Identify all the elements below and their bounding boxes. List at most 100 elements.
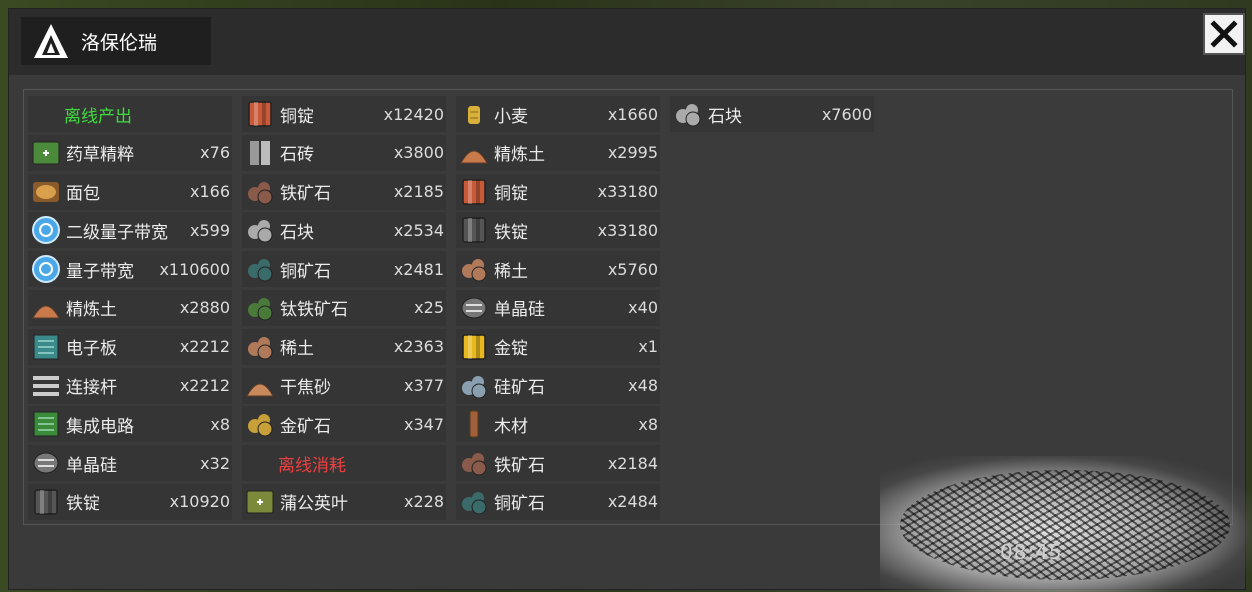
logo-icon: [34, 24, 68, 58]
resource-name: 电子板: [66, 339, 117, 360]
resource-item[interactable]: 稀土 x5760: [456, 251, 660, 288]
resource-name: 铁锭: [494, 222, 528, 243]
resource-name: 稀土: [494, 261, 528, 282]
resource-item[interactable]: 钛铁矿石 x25: [242, 289, 446, 326]
stone-block-icon: [676, 104, 701, 127]
gold-ore-icon: [248, 414, 273, 437]
resource-quantity: x10920: [169, 492, 230, 512]
stone-block-icon: [248, 220, 273, 243]
monocrystal-silicon-icon: [33, 452, 59, 474]
resource-name: 铜矿石: [280, 261, 331, 282]
resource-name: 铜锭: [280, 106, 314, 127]
offline-consumption-header: 离线消耗: [242, 445, 446, 482]
resource-item[interactable]: 精炼土 x2995: [456, 134, 660, 171]
resource-item[interactable]: 铜锭 x12420: [242, 96, 446, 132]
resource-quantity: x5760: [607, 259, 658, 279]
resource-quantity: x2363: [393, 337, 444, 357]
refined-soil-icon: [32, 305, 60, 319]
resource-name: 连接杆: [66, 378, 117, 399]
resource-item[interactable]: 单晶硅 x32: [28, 445, 232, 482]
resource-item[interactable]: 电子板 x2212: [28, 328, 232, 365]
resource-item[interactable]: 蒲公英叶 x228: [242, 483, 446, 520]
resource-item[interactable]: 硅矿石 x48: [456, 367, 660, 404]
resource-quantity: x2534: [393, 220, 444, 240]
resource-name: 金矿石: [280, 416, 331, 437]
section-header-label: 离线产出: [64, 106, 132, 127]
resource-quantity: x8: [638, 414, 658, 434]
iron-ingot-icon: [34, 489, 58, 515]
resource-quantity: x32: [200, 453, 230, 473]
resource-item[interactable]: 药草精粹 x76: [28, 134, 232, 171]
resource-item[interactable]: 二级量子带宽 x599: [28, 212, 232, 249]
section-header-label: 离线消耗: [278, 455, 346, 476]
quantum-bandwidth-2-icon: [32, 216, 60, 245]
resource-item[interactable]: 铁矿石 x2184: [456, 445, 660, 482]
resource-name: 面包: [66, 184, 100, 205]
resource-item[interactable]: 铁锭 x10920: [28, 483, 232, 520]
resource-quantity: x2481: [393, 259, 444, 279]
resource-quantity: x110600: [159, 259, 230, 279]
resource-item[interactable]: 精炼土 x2880: [28, 289, 232, 326]
resource-quantity: x8: [210, 414, 230, 434]
resource-item[interactable]: 单晶硅 x40: [456, 289, 660, 326]
resource-item[interactable]: 小麦 x1660: [456, 96, 660, 132]
copper-ore-icon: [248, 259, 273, 282]
resource-item[interactable]: 量子带宽 x110600: [28, 251, 232, 288]
resource-item[interactable]: 铜矿石 x2484: [456, 483, 660, 520]
silicon-ore-icon: [462, 375, 487, 399]
resource-name: 硅矿石: [494, 378, 545, 399]
resource-item[interactable]: 稀土 x2363: [242, 328, 446, 365]
close-button[interactable]: [1203, 13, 1245, 55]
monocrystal-silicon-icon: [461, 297, 487, 319]
resource-column-3: 小麦 x1660 精炼土 x2995 铜锭 x33180 铁锭 x33180 稀土 x5760 单晶…: [456, 96, 660, 523]
rare-earth-icon: [248, 336, 273, 360]
resource-item[interactable]: 金矿石 x347: [242, 406, 446, 443]
resource-quantity: x2995: [607, 143, 658, 163]
resource-item[interactable]: 铜锭 x33180: [456, 173, 660, 210]
resource-item[interactable]: 木材 x8: [456, 406, 660, 443]
resource-name: 单晶硅: [66, 455, 117, 476]
integrated-circuit-icon: [33, 411, 59, 437]
resource-name: 铜锭: [494, 184, 528, 205]
resource-item[interactable]: 面包 x166: [28, 173, 232, 210]
resource-item[interactable]: 干焦砂 x377: [242, 367, 446, 404]
resource-item[interactable]: 铁锭 x33180: [456, 212, 660, 249]
connecting-rod-icon: [33, 375, 59, 396]
copper-ingot-icon: [248, 101, 272, 127]
resource-item[interactable]: 铜矿石 x2481: [242, 251, 446, 288]
gold-ingot-icon: [462, 334, 486, 360]
resource-item[interactable]: 连接杆 x2212: [28, 367, 232, 404]
resource-quantity: x2184: [607, 453, 658, 473]
resource-quantity: x1: [638, 337, 658, 357]
resource-item[interactable]: 金锭 x1: [456, 328, 660, 365]
resource-quantity: x7600: [821, 104, 872, 124]
resource-item[interactable]: 石块 x2534: [242, 212, 446, 249]
resource-quantity: x12420: [383, 104, 444, 124]
resource-name: 金锭: [494, 339, 528, 360]
resource-item[interactable]: 石砖 x3800: [242, 134, 446, 171]
copper-ingot-icon: [462, 178, 486, 205]
resource-item[interactable]: 集成电路 x8: [28, 406, 232, 443]
resource-item[interactable]: 石块 x7600: [670, 96, 874, 132]
resource-quantity: x599: [189, 220, 230, 240]
title-box: 洛保伦瑞: [21, 17, 211, 65]
resource-name: 钛铁矿石: [280, 300, 348, 321]
bread-icon: [33, 181, 59, 202]
resource-quantity: x1660: [607, 104, 658, 124]
resource-name: 小麦: [494, 106, 528, 127]
resource-quantity: x347: [403, 414, 444, 434]
herb-essence-icon: [32, 141, 60, 165]
wheat-icon: [468, 106, 480, 124]
rare-earth-icon: [462, 259, 487, 282]
resource-quantity: x76: [200, 143, 230, 163]
resource-name: 单晶硅: [494, 300, 545, 321]
stone-brick-icon: [250, 140, 270, 165]
resource-quantity: x25: [414, 298, 444, 318]
resource-name: 木材: [494, 416, 528, 437]
resource-item[interactable]: 铁矿石 x2185: [242, 173, 446, 210]
watermark-noise: [900, 470, 1230, 580]
watermark-time: 08:45: [1000, 540, 1063, 564]
resource-name: 铁锭: [66, 494, 100, 515]
resource-quantity: x166: [189, 182, 230, 202]
resource-name: 精炼土: [494, 145, 545, 166]
